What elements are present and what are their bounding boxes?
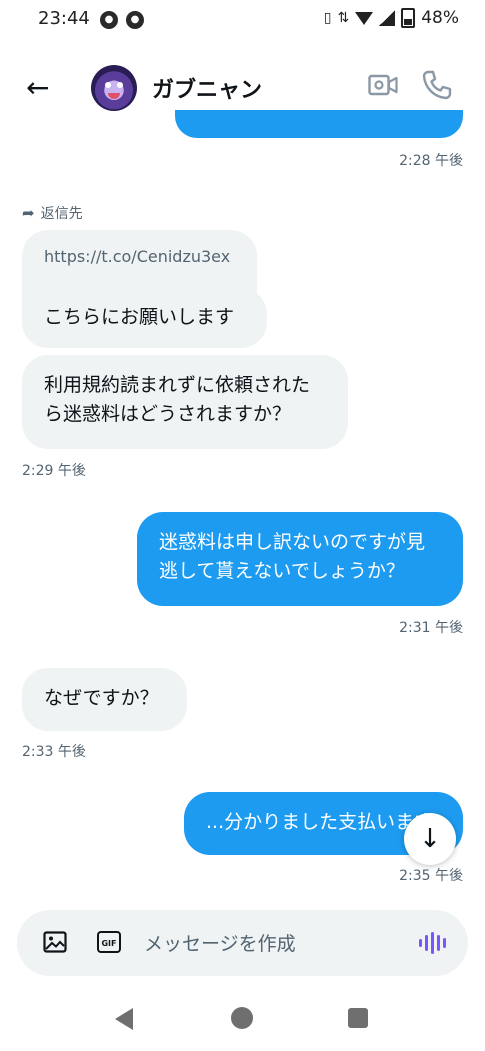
message-bubble-outgoing[interactable] <box>175 110 463 138</box>
message-bubble-incoming[interactable]: なぜですか？ <box>22 668 187 731</box>
phone-icon[interactable] <box>420 68 454 102</box>
arrow-down-icon: ↓ <box>419 824 441 854</box>
status-time: 23:44 <box>38 8 90 29</box>
nav-recents-icon[interactable] <box>348 1008 368 1028</box>
video-camera-icon[interactable] <box>368 72 398 98</box>
message-time: 2:31 午後 <box>399 620 463 636</box>
notification-icon: ● <box>126 11 144 29</box>
message-bubble-incoming[interactable]: こちらにお願いします <box>22 288 267 348</box>
reply-label: 返信先 <box>40 206 83 222</box>
message-time: 2:33 午後 <box>22 744 86 760</box>
link-preview[interactable]: https://t.co/Cenidzu3ex <box>22 230 257 296</box>
status-bar: 23:44 ● ● ▯ ⇅ 48% <box>0 0 485 40</box>
message-time: 2:35 午後 <box>399 868 463 884</box>
system-nav-bar <box>0 990 485 1051</box>
notification-icon: ● <box>100 11 118 29</box>
nav-home-icon[interactable] <box>231 1007 253 1029</box>
signal-icon <box>379 10 396 26</box>
message-time: 2:29 午後 <box>22 463 86 479</box>
vibrate-icon: ▯ <box>323 10 332 26</box>
nav-back-icon[interactable] <box>115 1008 133 1030</box>
reply-arrow-icon: ➦ <box>22 204 35 222</box>
battery-icon <box>401 8 416 28</box>
wifi-icon <box>355 11 374 25</box>
gif-button[interactable]: GIF <box>97 931 121 953</box>
back-button[interactable]: ← <box>26 70 62 106</box>
contact-name[interactable]: ガブニャン <box>152 72 262 104</box>
reply-indicator: ➦ 返信先 <box>22 203 83 223</box>
battery-percent: 48% <box>421 8 459 28</box>
status-indicators: ▯ ⇅ 48% <box>324 8 459 28</box>
message-input[interactable] <box>142 923 406 965</box>
message-bubble-incoming[interactable]: 利用規約読まれずに依頼されたら迷惑料はどうされますか？ <box>22 355 348 449</box>
message-bubble-outgoing[interactable]: 迷惑料は申し訳ないのですが見逃して貰えないでしょうか？ <box>137 512 463 606</box>
message-composer: GIF <box>17 910 468 976</box>
image-icon[interactable] <box>43 931 67 953</box>
scroll-to-bottom-button[interactable]: ↓ <box>404 813 456 865</box>
voice-message-icon[interactable] <box>419 931 447 955</box>
avatar[interactable] <box>91 65 137 111</box>
data-arrows-icon: ⇅ <box>337 10 350 26</box>
message-time: 2:28 午後 <box>399 153 463 169</box>
